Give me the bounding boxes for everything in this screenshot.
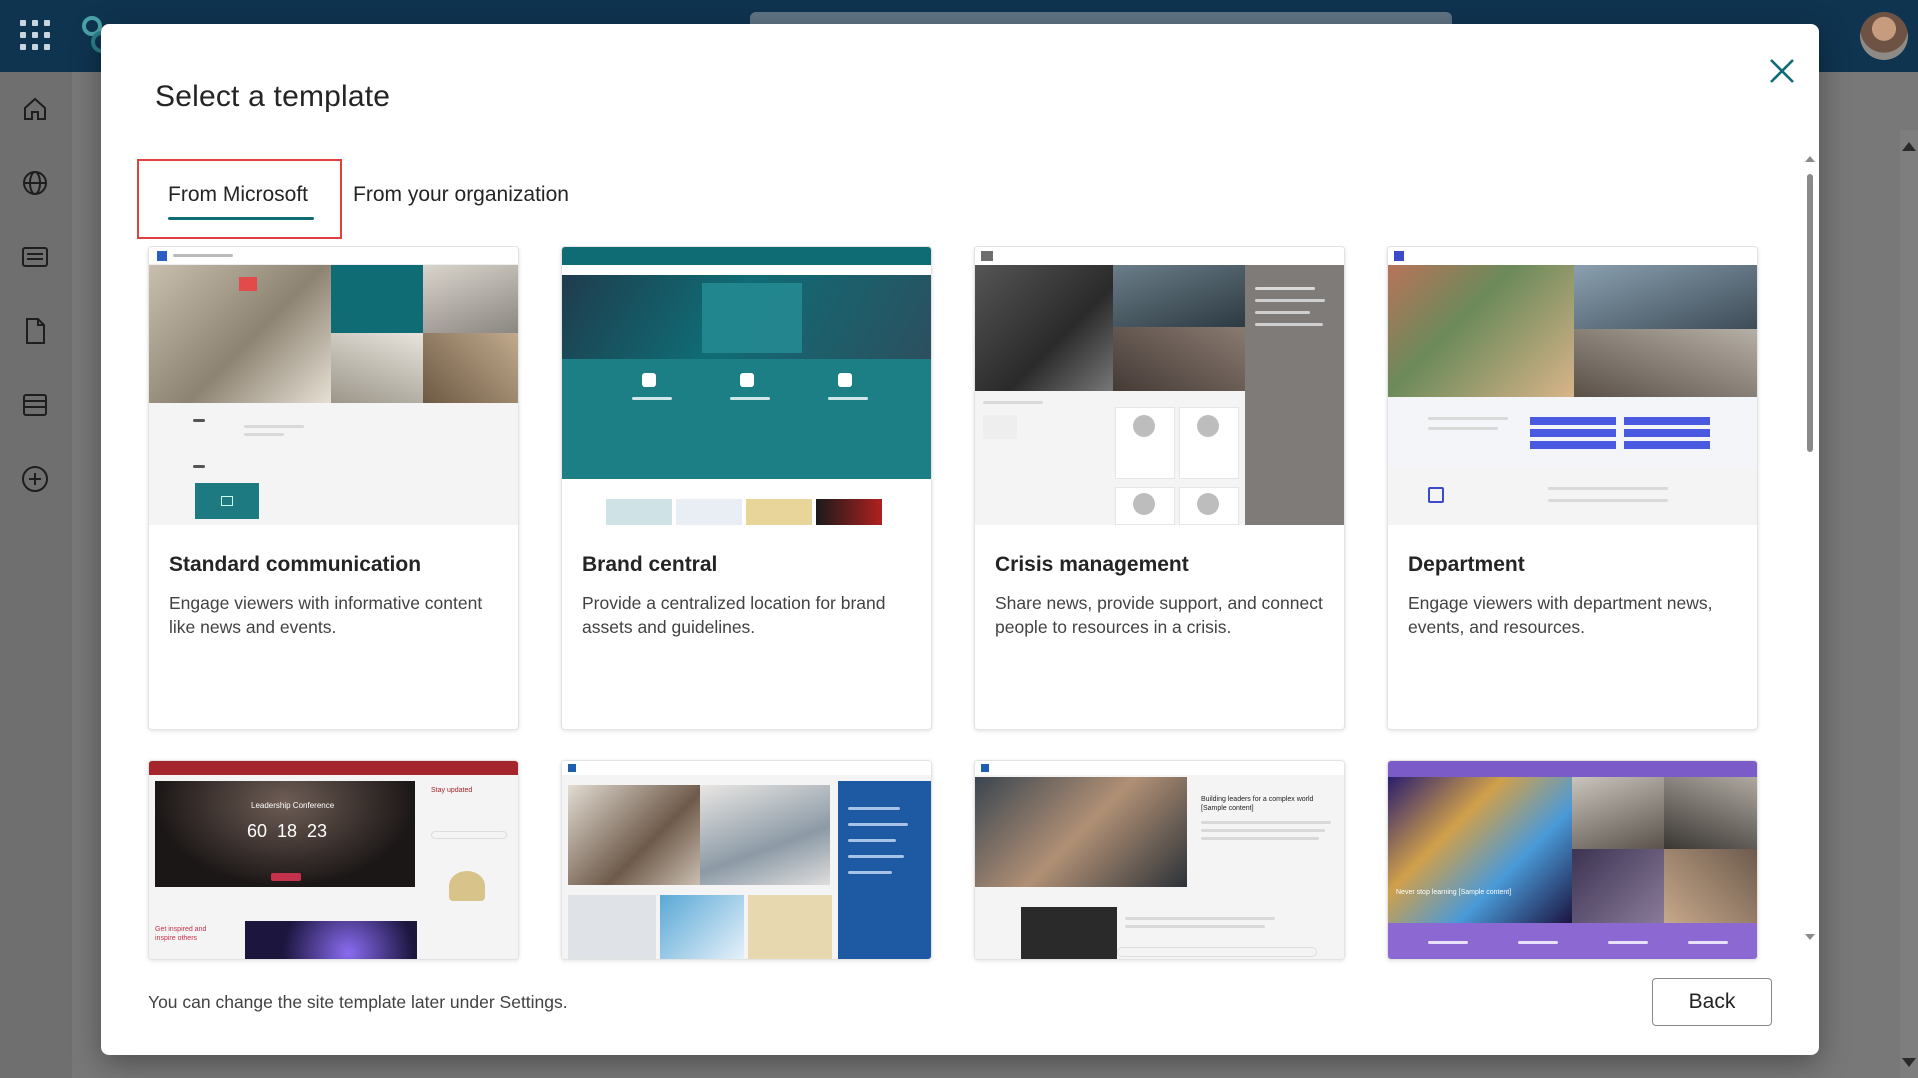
dialog-scroll-down-arrow[interactable] — [1805, 934, 1815, 940]
dialog-scroll-up-arrow[interactable] — [1805, 156, 1815, 162]
tab-from-your-organization[interactable]: From your organization — [353, 183, 569, 207]
event-conference-title: Leadership Conference — [251, 801, 335, 810]
event-stay-updated: Stay updated — [431, 787, 473, 794]
template-preview-image: Never stop learning [Sample content] — [1388, 761, 1757, 959]
document-icon[interactable] — [18, 314, 52, 348]
tab-from-microsoft[interactable]: From Microsoft — [168, 183, 308, 207]
event-countdown-hours: 18 — [277, 821, 298, 841]
template-preview-image — [562, 761, 931, 959]
event-inspired-text: Get inspired and inspire others — [155, 926, 207, 942]
close-icon — [1770, 59, 1794, 83]
template-preview-image: Leadership Conference 60 18 23 Stay upda… — [149, 761, 518, 959]
page-scrollbar[interactable] — [1900, 130, 1918, 1078]
globe-icon[interactable] — [18, 166, 52, 200]
template-card-learning-central[interactable]: Never stop learning [Sample content] — [1387, 760, 1758, 960]
learning-tagline: Never stop learning [Sample content] — [1396, 889, 1512, 896]
close-button[interactable] — [1761, 50, 1803, 92]
event-countdown-minutes: 23 — [307, 821, 328, 841]
leadership-heading: Building leaders for a complex world [Sa… — [1201, 796, 1314, 812]
dialog-title: Select a template — [155, 80, 391, 113]
template-preview-image — [562, 247, 931, 525]
template-name: Crisis management — [995, 553, 1189, 576]
template-name: Standard communication — [169, 553, 422, 576]
selected-tab-indicator — [168, 217, 314, 220]
left-navigation-rail — [0, 72, 72, 1078]
template-card-department[interactable]: Department Engage viewers with departmen… — [1387, 246, 1758, 730]
footer-note: You can change the site template later u… — [148, 992, 568, 1012]
add-icon[interactable] — [18, 462, 52, 496]
template-description: Engage viewers with department news, eve… — [1408, 593, 1713, 637]
template-card-brand-central[interactable]: Brand central Provide a centralized loca… — [561, 246, 932, 730]
select-template-dialog: Select a template From Microsoft From yo… — [101, 24, 1819, 1055]
template-preview-image — [149, 247, 518, 525]
template-preview-image — [1388, 247, 1757, 525]
template-name: Department — [1408, 553, 1525, 576]
template-grid: Standard communication Engage viewers wi… — [101, 246, 1819, 971]
template-preview-image — [975, 247, 1344, 525]
template-card-event[interactable]: Leadership Conference 60 18 23 Stay upda… — [148, 760, 519, 960]
template-card-standard-communication[interactable]: Standard communication Engage viewers wi… — [148, 246, 519, 730]
template-card-human-resources[interactable] — [561, 760, 932, 960]
app-launcher-icon[interactable] — [20, 20, 50, 50]
template-card-crisis-management[interactable]: Crisis management Share news, provide su… — [974, 246, 1345, 730]
news-icon[interactable] — [18, 240, 52, 274]
avatar[interactable] — [1860, 12, 1908, 60]
template-card-leadership-connection[interactable]: Building leaders for a complex world [Sa… — [974, 760, 1345, 960]
template-description: Share news, provide support, and connect… — [995, 593, 1323, 637]
home-icon[interactable] — [18, 92, 52, 126]
template-name: Brand central — [582, 553, 718, 576]
back-button[interactable]: Back — [1652, 978, 1772, 1026]
dialog-scrollbar-thumb[interactable] — [1807, 174, 1813, 452]
template-description: Engage viewers with informative content … — [169, 593, 483, 637]
template-description: Provide a centralized location for brand… — [582, 593, 886, 637]
page-scroll-down-arrow[interactable] — [1902, 1058, 1916, 1067]
event-countdown-days: 60 — [247, 821, 268, 841]
page-scroll-up-arrow[interactable] — [1902, 142, 1916, 151]
list-icon[interactable] — [18, 388, 52, 422]
template-preview-image: Building leaders for a complex world [Sa… — [975, 761, 1344, 959]
